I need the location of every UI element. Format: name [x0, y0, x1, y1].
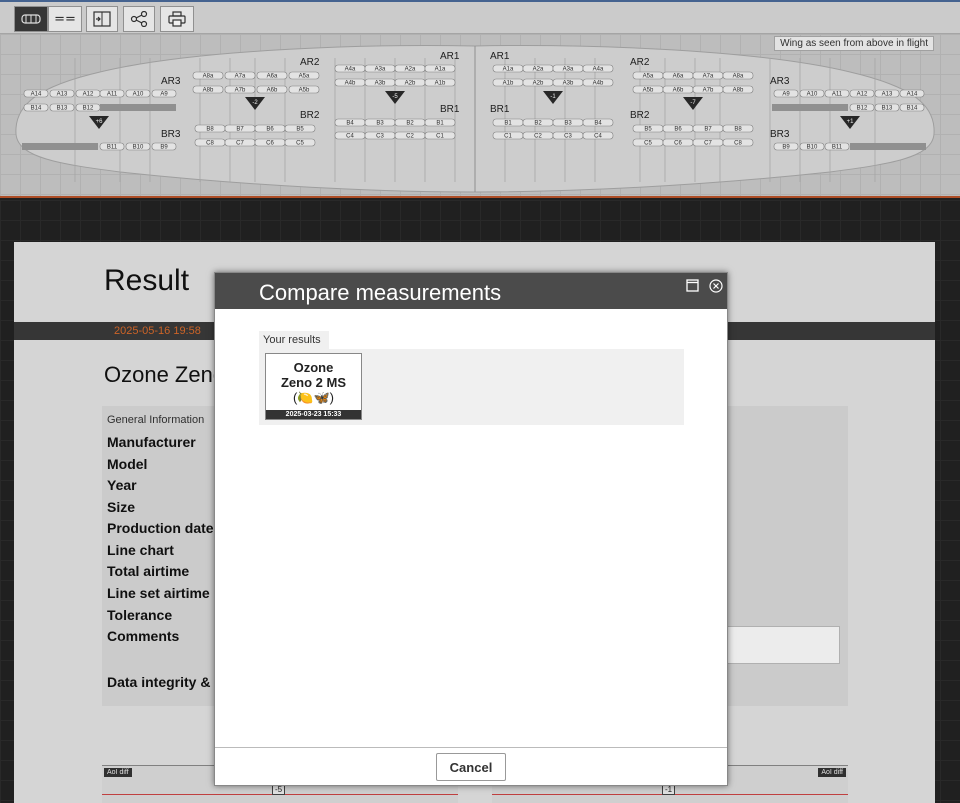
card-date: 2025-03-23 15:33 [266, 410, 361, 419]
measurement-card[interactable]: Ozone Zeno 2 MS (🍋🦋) 2025-03-23 15:33 [265, 353, 362, 420]
maximize-button[interactable] [684, 277, 701, 294]
dialog-title: Compare measurements [259, 280, 502, 305]
card-title-line: Zeno 2 MS [280, 375, 346, 390]
card-title-line: Ozone [293, 360, 334, 375]
your-results-label: Your results [259, 331, 329, 349]
your-results-list: Ozone Zeno 2 MS (🍋🦋) 2025-03-23 15:33 [259, 349, 684, 425]
card-badges: (🍋🦋) [292, 390, 335, 405]
close-icon [708, 278, 723, 293]
card-title: Ozone Zeno 2 MS [266, 360, 361, 390]
cancel-button[interactable]: Cancel [436, 753, 506, 781]
dialog-header: Compare measurements [215, 273, 727, 309]
dialog-footer: Cancel [215, 747, 727, 785]
compare-measurements-dialog: Compare measurements Your results Ozone … [214, 272, 728, 786]
close-button[interactable] [707, 277, 724, 294]
maximize-icon [686, 279, 699, 292]
